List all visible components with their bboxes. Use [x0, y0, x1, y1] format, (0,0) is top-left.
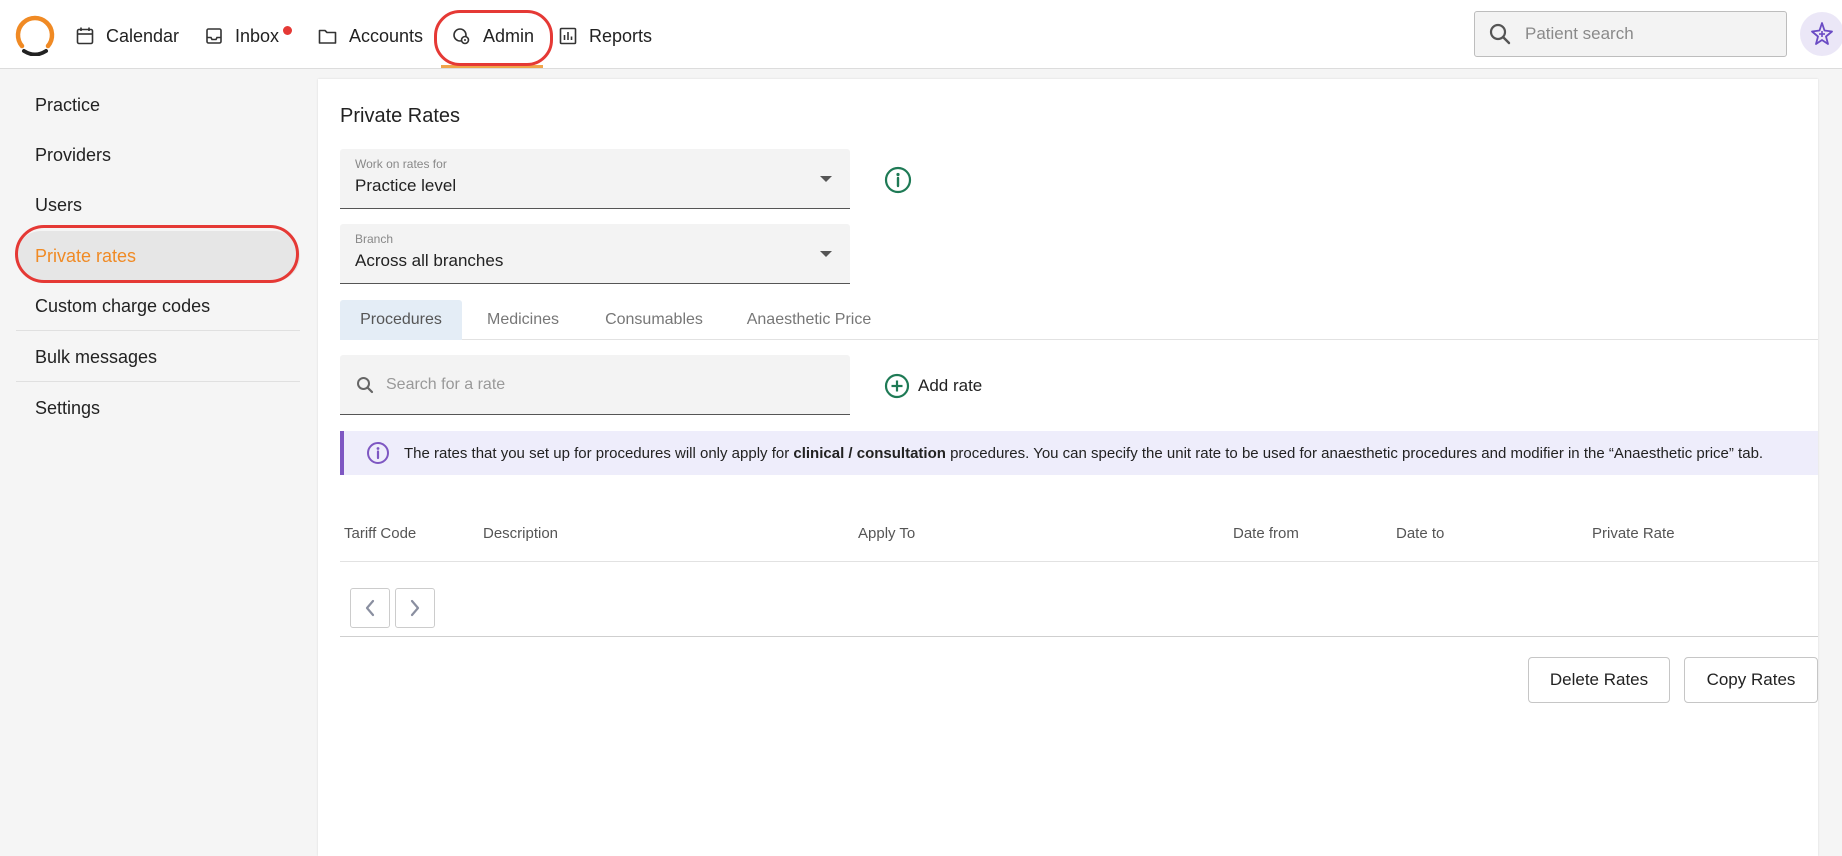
branch-label: Branch: [355, 232, 394, 246]
add-rate-label: Add rate: [918, 376, 983, 395]
page-title: Private Rates: [340, 105, 461, 127]
column-header-apply-to[interactable]: Apply To: [858, 525, 915, 542]
caret-down-icon: [820, 176, 832, 182]
sidebar-divider: [16, 330, 300, 331]
work-on-rates-label: Work on rates for: [355, 157, 447, 171]
sidebar-item-users[interactable]: Users: [16, 180, 300, 230]
work-on-rates-value: Practice level: [355, 176, 457, 195]
copy-rates-button[interactable]: Copy Rates: [1684, 657, 1818, 703]
private-rates-highlight-ring: [15, 225, 299, 283]
next-page-button[interactable]: [395, 588, 435, 628]
column-header-date-to[interactable]: Date to: [1396, 525, 1444, 542]
search-icon: [357, 376, 374, 393]
caret-down-icon: [820, 251, 832, 257]
sidebar-item-label: Users: [35, 194, 83, 215]
nav-reports[interactable]: Reports: [559, 20, 652, 52]
inbox-icon: [206, 28, 222, 44]
top-bar: Calendar Inbox Accounts Admin Reports Pa…: [0, 0, 1842, 69]
rate-search[interactable]: [340, 355, 850, 415]
app-logo-icon[interactable]: [14, 14, 56, 56]
patient-search[interactable]: [1474, 11, 1787, 57]
branch-select[interactable]: Branch Across all branches: [340, 224, 850, 284]
nav-reports-label: Reports: [589, 25, 653, 46]
sidebar-item-custom-charge-codes[interactable]: Custom charge codes: [16, 281, 300, 331]
previous-page-button[interactable]: [350, 588, 390, 628]
notice-text: The rates that you set up for procedures…: [404, 445, 1763, 462]
sidebar-item-bulk-messages[interactable]: Bulk messages: [16, 332, 300, 382]
sidebar-item-label: Practice: [35, 94, 101, 115]
sidebar-divider: [16, 381, 300, 382]
tab-label: Anaesthetic Price: [746, 311, 872, 328]
tab-label: Consumables: [605, 311, 703, 328]
sparkle-assistant-icon: [1811, 22, 1833, 45]
sidebar-item-label: Custom charge codes: [35, 295, 211, 316]
inbox-unread-badge: [283, 26, 292, 35]
column-header-date-from[interactable]: Date from: [1233, 525, 1299, 542]
nav-calendar[interactable]: Calendar: [76, 20, 179, 52]
patient-search-input[interactable]: [1525, 24, 1765, 44]
plus-circle-icon: [884, 373, 910, 399]
rate-type-tabs: Procedures Medicines Consumables Anaesth…: [340, 300, 1818, 340]
sidebar-item-label: Providers: [35, 144, 112, 165]
rates-table-header: Tariff Code Description Apply To Date fr…: [340, 517, 1818, 562]
calendar-icon: [76, 27, 94, 45]
notice-text-part: The rates that you set up for procedures…: [404, 444, 794, 462]
tab-label: Medicines: [486, 311, 560, 328]
tab-procedures[interactable]: Procedures: [340, 300, 462, 340]
admin-highlight-ring: [434, 10, 553, 66]
sidebar-item-settings[interactable]: Settings: [16, 383, 300, 433]
chevron-right-icon: [410, 599, 420, 617]
work-on-rates-select[interactable]: Work on rates for Practice level: [340, 149, 850, 209]
delete-rates-button[interactable]: Delete Rates: [1528, 657, 1670, 703]
nav-accounts[interactable]: Accounts: [318, 20, 423, 52]
procedures-info-notice: The rates that you set up for procedures…: [340, 431, 1818, 475]
tab-label: Procedures: [360, 311, 442, 328]
tab-consumables[interactable]: Consumables: [584, 300, 724, 340]
chevron-left-icon: [365, 599, 375, 617]
column-header-description[interactable]: Description: [483, 525, 558, 542]
notice-bold-separator: /: [844, 444, 857, 462]
rate-search-input[interactable]: [386, 375, 826, 394]
sidebar-item-providers[interactable]: Providers: [16, 130, 300, 180]
sidebar-item-label: Settings: [35, 397, 101, 418]
user-avatar[interactable]: [1800, 12, 1842, 56]
tab-medicines[interactable]: Medicines: [462, 300, 584, 340]
branch-value: Across all branches: [355, 251, 504, 270]
reports-chart-icon: [559, 27, 577, 45]
admin-sidebar: Practice Providers Users Private rates C…: [0, 69, 318, 856]
nav-accounts-label: Accounts: [349, 25, 424, 46]
add-rate-button[interactable]: Add rate: [884, 373, 982, 399]
sidebar-item-practice[interactable]: Practice: [16, 80, 300, 130]
search-icon: [1489, 23, 1511, 45]
column-header-tariff-code[interactable]: Tariff Code: [344, 525, 416, 542]
column-header-private-rate[interactable]: Private Rate: [1592, 525, 1675, 542]
folder-icon: [318, 29, 337, 44]
nav-inbox[interactable]: Inbox: [205, 20, 279, 52]
notice-bold-clinical: clinical: [793, 444, 845, 462]
nav-inbox-label: Inbox: [235, 25, 280, 46]
sidebar-item-label: Bulk messages: [35, 346, 158, 367]
nav-calendar-label: Calendar: [106, 25, 180, 46]
info-icon: [367, 442, 389, 464]
info-icon[interactable]: [884, 166, 912, 194]
table-footer-divider: [340, 636, 1818, 637]
tab-anaesthetic-price[interactable]: Anaesthetic Price: [724, 300, 894, 340]
notice-text-part: procedures. You can specify the unit rat…: [945, 444, 1764, 462]
notice-bold-consultation: consultation: [856, 444, 946, 462]
main-panel: Private Rates Work on rates for Practice…: [318, 79, 1818, 856]
